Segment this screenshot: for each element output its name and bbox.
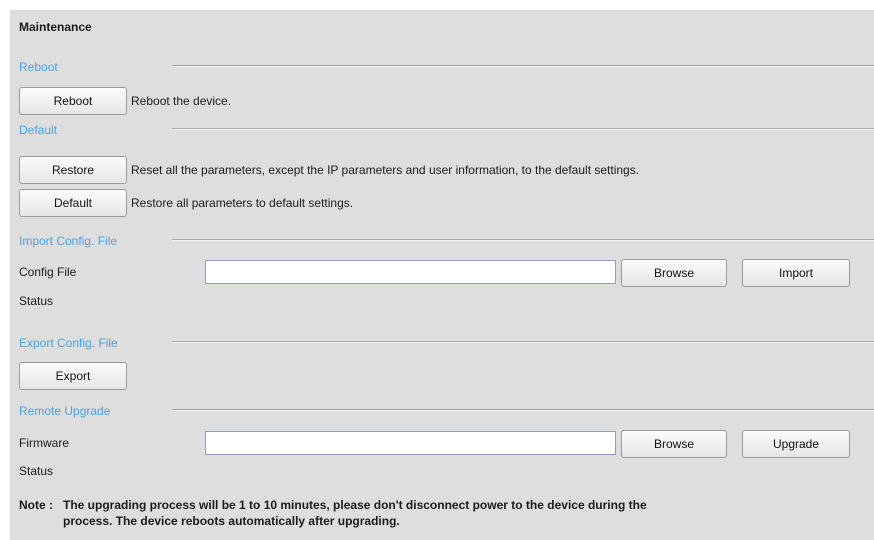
import-status-label: Status — [19, 294, 54, 308]
config-browse-button[interactable]: Browse — [621, 259, 727, 287]
maintenance-panel: Maintenance Reboot Reboot Reboot the dev… — [10, 10, 874, 540]
firmware-browse-button[interactable]: Browse — [621, 430, 727, 458]
default-description: Restore all parameters to default settin… — [131, 196, 354, 210]
upgrade-status-label: Status — [19, 464, 54, 478]
section-label-default: Default — [19, 123, 58, 137]
reboot-description: Reboot the device. — [131, 94, 232, 108]
section-label-export-config: Export Config. File — [19, 336, 118, 350]
section-label-import-config: Import Config. File — [19, 234, 118, 248]
export-button[interactable]: Export — [19, 362, 127, 390]
note-line-1-highlight: 1 to 10 — [239, 498, 278, 512]
firmware-file-input[interactable] — [205, 431, 616, 455]
import-button[interactable]: Import — [742, 259, 850, 287]
note-line-1-after: minutes, please don't disconnect power t… — [277, 498, 647, 512]
section-label-remote-upgrade: Remote Upgrade — [19, 404, 111, 418]
firmware-label: Firmware — [19, 436, 69, 450]
section-divider-reboot — [172, 65, 874, 67]
restore-button[interactable]: Restore — [19, 156, 127, 184]
upgrade-button[interactable]: Upgrade — [742, 430, 850, 458]
section-divider-default — [172, 128, 874, 130]
reboot-button[interactable]: Reboot — [19, 87, 127, 115]
section-divider-import-config — [172, 239, 874, 241]
note-line-1: The upgrading process will be 1 to 10 mi… — [63, 497, 647, 513]
config-file-input[interactable] — [205, 260, 616, 284]
restore-description: Reset all the parameters, except the IP … — [131, 163, 640, 177]
section-divider-remote-upgrade — [172, 409, 874, 411]
section-label-reboot: Reboot — [19, 60, 58, 74]
note-line-2: process. The device reboots automaticall… — [63, 514, 400, 528]
page-title: Maintenance — [19, 20, 92, 34]
note-line-1-before: The upgrading process will be — [63, 498, 240, 512]
config-file-label: Config File — [19, 265, 77, 279]
section-divider-export-config — [172, 341, 874, 343]
default-button[interactable]: Default — [19, 189, 127, 217]
note-prefix: Note : — [19, 498, 53, 512]
